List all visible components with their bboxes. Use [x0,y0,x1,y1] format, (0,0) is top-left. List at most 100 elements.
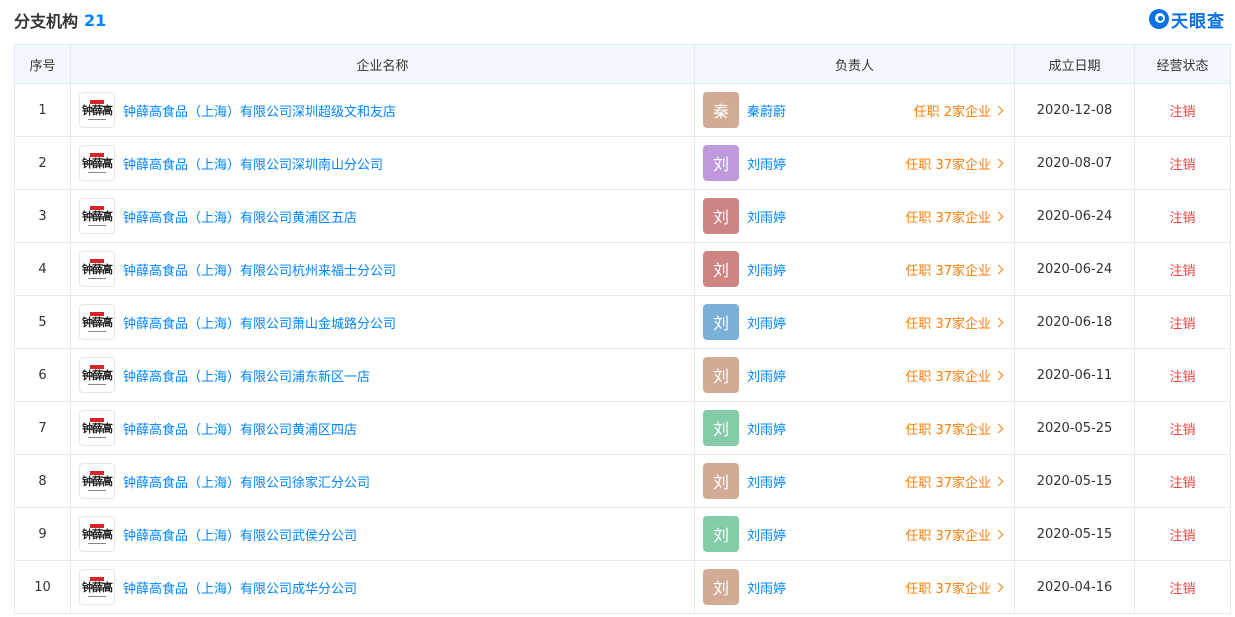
column-header-date: 成立日期 [1014,44,1135,84]
company-logo-icon[interactable]: 钟薛高 [79,410,115,446]
company-name-link[interactable]: 钟薛高食品（上海）有限公司浦东新区一店 [123,366,370,385]
company-name-link[interactable]: 钟薛高食品（上海）有限公司深圳超级文和友店 [123,101,396,120]
roles-link[interactable]: 任职 37家企业 [905,313,1004,332]
avatar[interactable]: 刘 [703,410,739,446]
roles-link[interactable]: 任职 37家企业 [905,207,1004,226]
company-name-link[interactable]: 钟薛高食品（上海）有限公司萧山金城路分公司 [123,313,396,332]
roles-link[interactable]: 任职 37家企业 [905,578,1004,597]
company-logo-icon[interactable]: 钟薛高 [79,516,115,552]
company-name-link[interactable]: 钟薛高食品（上海）有限公司杭州来福士分公司 [123,260,396,279]
company-cell: 钟薛高 钟薛高食品（上海）有限公司杭州来福士分公司 [70,242,695,296]
logo-mark: 钟薛高 [82,157,113,170]
founded-date: 2020-06-18 [1014,295,1135,349]
person-cell: 刘 刘雨婷 任职 37家企业 [694,560,1015,614]
table-row: 4 钟薛高 钟薛高食品（上海）有限公司杭州来福士分公司 刘 刘雨婷 任职 37家… [14,242,1231,296]
company-name-link[interactable]: 钟薛高食品（上海）有限公司黄浦区五店 [123,207,357,226]
person-name-link[interactable]: 刘雨婷 [747,207,786,226]
company-cell: 钟薛高 钟薛高食品（上海）有限公司浦东新区一店 [70,348,695,402]
roles-link[interactable]: 任职 37家企业 [905,525,1004,544]
company-name-link[interactable]: 钟薛高食品（上海）有限公司徐家汇分公司 [123,472,370,491]
roles-label: 任职 2家企业 [913,104,991,120]
table-row: 10 钟薛高 钟薛高食品（上海）有限公司成华分公司 刘 刘雨婷 任职 37家企业 [14,560,1231,614]
person-name-link[interactable]: 秦蔚蔚 [747,101,786,120]
status-badge: 注销 [1134,242,1231,296]
roles-link[interactable]: 任职 37家企业 [905,366,1004,385]
logo-mark: 钟薛高 [82,581,113,594]
logo-mark: 钟薛高 [82,369,113,382]
logo-underline [88,278,106,279]
logo-mark: 钟薛高 [82,104,113,117]
roles-link[interactable]: 任职 37家企业 [905,260,1004,279]
company-logo-icon[interactable]: 钟薛高 [79,304,115,340]
chevron-right-icon [993,476,1004,486]
chevron-right-icon [993,423,1004,433]
company-logo-icon[interactable]: 钟薛高 [79,251,115,287]
company-name-link[interactable]: 钟薛高食品（上海）有限公司黄浦区四店 [123,419,357,438]
chevron-right-icon [993,582,1004,592]
table-row: 1 钟薛高 钟薛高食品（上海）有限公司深圳超级文和友店 秦 秦蔚蔚 任职 2家企… [14,83,1231,137]
logo-mark: 钟薛高 [82,210,113,223]
avatar[interactable]: 刘 [703,145,739,181]
section-title: 分支机构 [14,12,79,31]
person-name-link[interactable]: 刘雨婷 [747,578,786,597]
chevron-right-icon [993,370,1004,380]
company-cell: 钟薛高 钟薛高食品（上海）有限公司黄浦区四店 [70,401,695,455]
avatar[interactable]: 刘 [703,357,739,393]
person-name-link[interactable]: 刘雨婷 [747,419,786,438]
row-index: 3 [14,189,71,243]
logo-mark: 钟薛高 [82,422,113,435]
person-name-link[interactable]: 刘雨婷 [747,260,786,279]
founded-date: 2020-06-24 [1014,189,1135,243]
company-cell: 钟薛高 钟薛高食品（上海）有限公司萧山金城路分公司 [70,295,695,349]
founded-date: 2020-05-15 [1014,507,1135,561]
logo-underline [88,596,106,597]
status-badge: 注销 [1134,348,1231,402]
roles-label: 任职 37家企业 [905,316,991,332]
company-logo-icon[interactable]: 钟薛高 [79,569,115,605]
company-name-link[interactable]: 钟薛高食品（上海）有限公司深圳南山分公司 [123,154,383,173]
company-name-link[interactable]: 钟薛高食品（上海）有限公司成华分公司 [123,578,357,597]
roles-link[interactable]: 任职 2家企业 [913,101,1004,120]
roles-label: 任职 37家企业 [905,157,991,173]
avatar[interactable]: 刘 [703,304,739,340]
table-row: 7 钟薛高 钟薛高食品（上海）有限公司黄浦区四店 刘 刘雨婷 任职 37家企业 [14,401,1231,455]
roles-label: 任职 37家企业 [905,263,991,279]
person-name-link[interactable]: 刘雨婷 [747,366,786,385]
founded-date: 2020-05-15 [1014,454,1135,508]
roles-link[interactable]: 任职 37家企业 [905,154,1004,173]
avatar[interactable]: 刘 [703,569,739,605]
column-header-company: 企业名称 [70,44,695,84]
brand-logo[interactable]: 天眼查 [1149,7,1225,32]
roles-link[interactable]: 任职 37家企业 [905,419,1004,438]
person-name-link[interactable]: 刘雨婷 [747,313,786,332]
row-index: 1 [14,83,71,137]
table-row: 2 钟薛高 钟薛高食品（上海）有限公司深圳南山分公司 刘 刘雨婷 任职 37家企… [14,136,1231,190]
roles-link[interactable]: 任职 37家企业 [905,472,1004,491]
person-name-link[interactable]: 刘雨婷 [747,154,786,173]
founded-date: 2020-05-25 [1014,401,1135,455]
company-logo-icon[interactable]: 钟薛高 [79,198,115,234]
roles-label: 任职 37家企业 [905,422,991,438]
company-name-link[interactable]: 钟薛高食品（上海）有限公司武侯分公司 [123,525,357,544]
avatar[interactable]: 秦 [703,92,739,128]
logo-underline [88,119,106,120]
logo-underline [88,172,106,173]
company-cell: 钟薛高 钟薛高食品（上海）有限公司成华分公司 [70,560,695,614]
logo-mark: 钟薛高 [82,475,113,488]
person-name-link[interactable]: 刘雨婷 [747,525,786,544]
section-header: 分支机构 21 [14,9,106,32]
person-name-link[interactable]: 刘雨婷 [747,472,786,491]
company-logo-icon[interactable]: 钟薛高 [79,463,115,499]
avatar[interactable]: 刘 [703,251,739,287]
company-logo-icon[interactable]: 钟薛高 [79,357,115,393]
status-badge: 注销 [1134,454,1231,508]
company-logo-icon[interactable]: 钟薛高 [79,145,115,181]
avatar[interactable]: 刘 [703,198,739,234]
company-logo-icon[interactable]: 钟薛高 [79,92,115,128]
column-header-status: 经营状态 [1134,44,1231,84]
logo-underline [88,384,106,385]
chevron-right-icon [993,264,1004,274]
avatar[interactable]: 刘 [703,516,739,552]
person-cell: 刘 刘雨婷 任职 37家企业 [694,507,1015,561]
avatar[interactable]: 刘 [703,463,739,499]
